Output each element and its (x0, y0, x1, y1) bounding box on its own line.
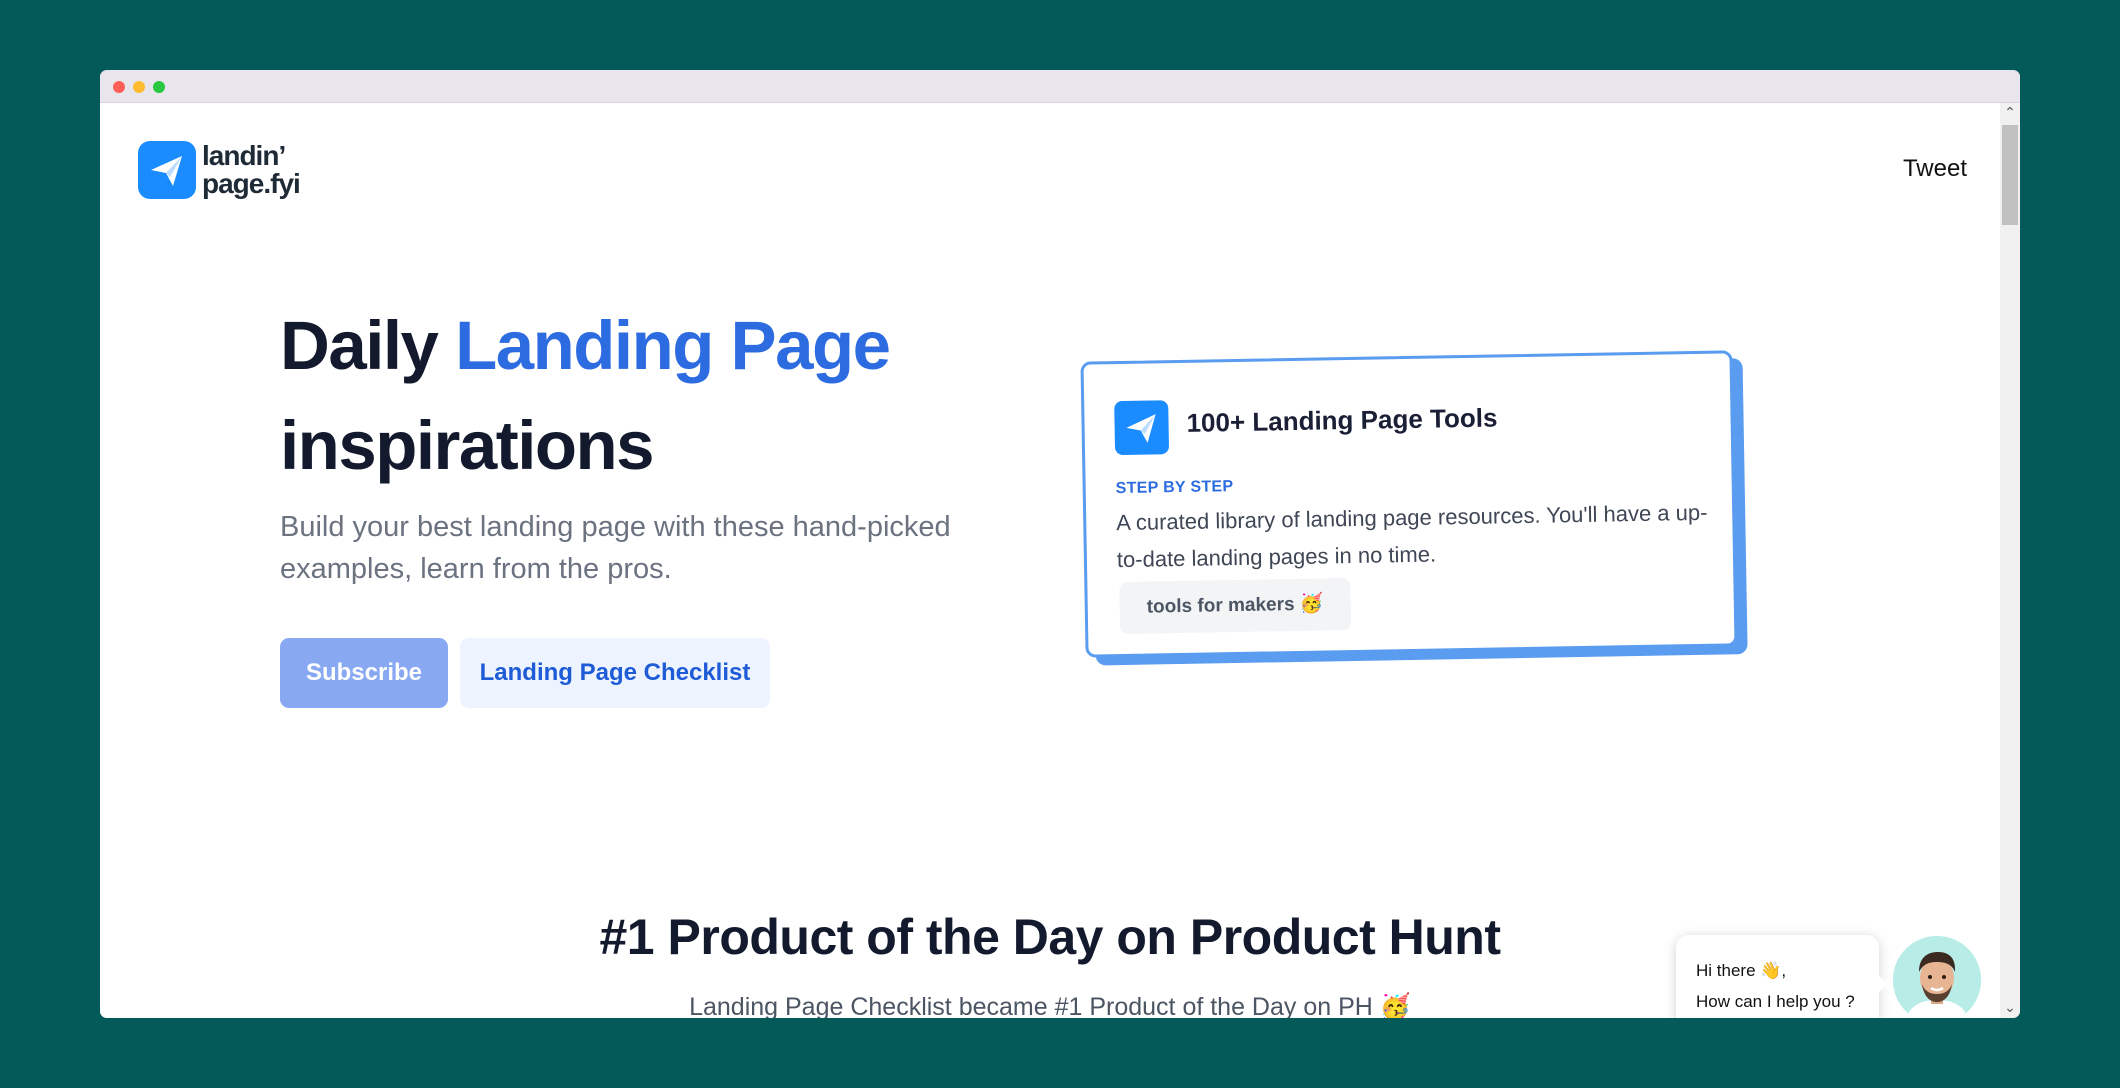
hero-title-accent: Landing Page (455, 307, 891, 384)
landing-page-checklist-button[interactable]: Landing Page Checklist (460, 638, 770, 708)
card-description: A curated library of landing page resour… (1116, 499, 1708, 573)
chat-greeting-bubble[interactable]: Hi there 👋, How can I help you ? (1676, 935, 1888, 1018)
window-titlebar (100, 70, 2020, 103)
page-content: landin’ page.fyi Tweet Daily Landing Pag… (100, 103, 2000, 1018)
site-logo[interactable]: landin’ page.fyi (138, 140, 301, 199)
hero-subtitle: Build your best landing page with these … (280, 511, 951, 585)
tools-card-body: 100+ Landing Page Tools STEP BY STEP A c… (1080, 350, 1738, 658)
chat-line-2: How can I help you ? (1696, 992, 1855, 1011)
minimize-window-button[interactable] (133, 81, 145, 93)
person-avatar-icon (1893, 936, 1981, 1018)
close-window-button[interactable] (113, 81, 125, 93)
card-tag[interactable]: tools for makers 🥳 (1119, 578, 1351, 635)
chat-line-1: Hi there 👋, (1696, 961, 1787, 980)
paper-plane-icon (138, 141, 196, 199)
hero-title-part1: Daily (280, 307, 456, 384)
hero-title-part2: inspirations (280, 407, 655, 484)
card-title: 100+ Landing Page Tools (1186, 402, 1498, 438)
vertical-scrollbar[interactable]: ⌃ ⌄ (2000, 103, 2020, 1018)
logo-line-2: page.fyi (202, 168, 301, 199)
scroll-up-arrow-icon[interactable]: ⌃ (2000, 103, 2020, 123)
logo-wordmark: landin’ page.fyi (202, 140, 301, 199)
card-eyebrow: STEP BY STEP (1115, 478, 1234, 498)
tools-card[interactable]: 100+ Landing Page Tools STEP BY STEP A c… (1080, 350, 1748, 666)
scroll-down-arrow-icon[interactable]: ⌄ (2000, 998, 2020, 1018)
scrollbar-thumb[interactable] (2002, 125, 2018, 225)
browser-window: landin’ page.fyi Tweet Daily Landing Pag… (100, 70, 2020, 1018)
chat-avatar[interactable] (1893, 936, 1981, 1018)
subscribe-button[interactable]: Subscribe (280, 638, 448, 708)
paper-plane-icon (1114, 400, 1170, 456)
hero-title: Daily Landing Page inspirations (280, 296, 891, 496)
maximize-window-button[interactable] (153, 81, 165, 93)
tweet-link[interactable]: Tweet (1903, 155, 1967, 183)
logo-line-1: landin’ (202, 140, 286, 171)
